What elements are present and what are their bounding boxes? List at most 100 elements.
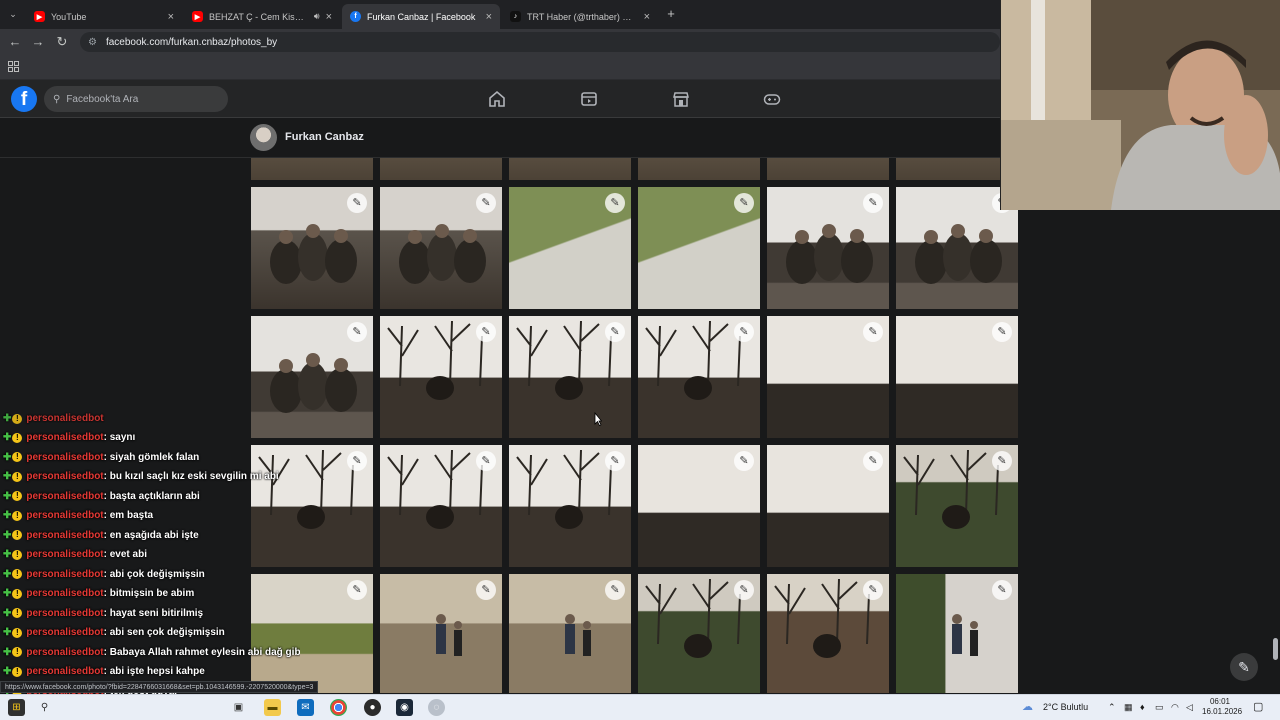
edit-photo-button[interactable]: ✎ <box>347 451 367 471</box>
wifi-icon[interactable]: ◠ <box>1171 702 1179 713</box>
edit-photo-button[interactable]: ✎ <box>476 580 496 600</box>
scrollbar-thumb[interactable] <box>1273 638 1278 660</box>
chat-username[interactable]: personalisedbot <box>26 471 103 482</box>
edit-photo-button[interactable]: ✎ <box>992 322 1012 342</box>
photo-thumbnail[interactable]: ✎ <box>638 574 760 693</box>
edit-photo-button[interactable]: ✎ <box>734 580 754 600</box>
facebook-logo-icon[interactable]: f <box>11 86 37 112</box>
chat-username[interactable]: personalisedbot <box>26 569 103 580</box>
photo-thumbnail[interactable]: ✎ <box>509 158 631 180</box>
chat-username[interactable]: personalisedbot <box>26 627 103 638</box>
edit-photo-button[interactable]: ✎ <box>992 580 1012 600</box>
photo-thumbnail[interactable]: ✎ <box>767 187 889 309</box>
photo-thumbnail[interactable]: ✎ <box>638 187 760 309</box>
edit-photo-button[interactable]: ✎ <box>605 322 625 342</box>
photo-thumbnail[interactable]: ✎ <box>380 187 502 309</box>
gaming-icon[interactable] <box>763 90 781 108</box>
chat-username[interactable]: personalisedbot <box>26 432 103 443</box>
edit-photo-button[interactable]: ✎ <box>605 193 625 213</box>
photo-thumbnail[interactable]: ✎ <box>251 158 373 180</box>
home-icon[interactable] <box>488 90 506 108</box>
photo-thumbnail[interactable]: ✎ <box>638 316 760 438</box>
edit-photo-button[interactable]: ✎ <box>605 580 625 600</box>
close-icon[interactable]: × <box>326 11 332 23</box>
start-icon[interactable]: ⊞ <box>8 699 25 716</box>
app-icon[interactable]: ◌ <box>428 699 445 716</box>
edit-photo-button[interactable]: ✎ <box>347 322 367 342</box>
tray-chevron-icon[interactable]: ⌃ <box>1108 702 1116 713</box>
photo-thumbnail[interactable]: ✎ <box>767 445 889 567</box>
edit-photo-button[interactable]: ✎ <box>476 322 496 342</box>
address-bar[interactable]: ⚙︎ facebook.com/furkan.cnbaz/photos_by <box>80 32 1000 52</box>
tab-facebook[interactable]: f Furkan Canbaz | Facebook × <box>342 4 500 29</box>
photo-thumbnail[interactable]: ✎ <box>896 316 1018 438</box>
photo-thumbnail[interactable]: ✎ <box>638 158 760 180</box>
edit-photo-button[interactable]: ✎ <box>476 451 496 471</box>
photo-thumbnail[interactable]: ✎ <box>767 574 889 693</box>
photo-thumbnail[interactable]: ✎ <box>380 574 502 693</box>
video-icon[interactable] <box>580 90 598 108</box>
close-icon[interactable]: × <box>644 11 650 23</box>
edit-photo-button[interactable]: ✎ <box>347 193 367 213</box>
photo-thumbnail[interactable]: ✎ <box>509 445 631 567</box>
photo-thumbnail[interactable]: ✎ <box>767 158 889 180</box>
edit-photo-button[interactable]: ✎ <box>734 193 754 213</box>
edit-photo-button[interactable]: ✎ <box>863 322 883 342</box>
speaker-icon[interactable]: 🔊︎ <box>314 11 320 22</box>
obs-icon[interactable]: ● <box>364 699 381 716</box>
task-view-icon[interactable]: ▣ <box>230 699 247 716</box>
clock[interactable]: 06:01 16.01.2026 <box>1202 697 1242 717</box>
photo-thumbnail[interactable]: ✎ <box>896 574 1018 693</box>
edit-photo-button[interactable]: ✎ <box>992 451 1012 471</box>
chat-username[interactable]: personalisedbot <box>26 549 103 560</box>
photo-thumbnail[interactable]: ✎ <box>509 574 631 693</box>
chrome-icon[interactable] <box>330 699 347 716</box>
edit-photo-button[interactable]: ✎ <box>863 193 883 213</box>
edit-photo-button[interactable]: ✎ <box>734 451 754 471</box>
chat-username[interactable]: personalisedbot <box>26 666 103 677</box>
new-tab-button[interactable]: + <box>663 6 679 22</box>
volume-icon[interactable]: ◁ <box>1186 702 1193 713</box>
steam-icon[interactable]: ◉ <box>396 699 413 716</box>
apps-grid-icon[interactable] <box>8 61 19 72</box>
photo-thumbnail[interactable]: ✎ <box>380 158 502 180</box>
weather-text[interactable]: 2°C Bulutlu <box>1043 702 1088 712</box>
edit-photo-button[interactable]: ✎ <box>347 580 367 600</box>
chat-username[interactable]: personalisedbot <box>26 647 103 658</box>
chat-username[interactable]: personalisedbot <box>26 491 103 502</box>
chat-username[interactable]: personalisedbot <box>26 452 103 463</box>
close-icon[interactable]: × <box>486 11 492 23</box>
outlook-icon[interactable]: ✉ <box>297 699 314 716</box>
search-input[interactable]: ⚲ Facebook'ta Ara <box>44 86 228 112</box>
edit-photo-button[interactable]: ✎ <box>734 322 754 342</box>
photo-thumbnail[interactable]: ✎ <box>380 316 502 438</box>
chat-username[interactable]: personalisedbot <box>26 510 103 521</box>
file-explorer-icon[interactable]: ▬ <box>264 699 281 716</box>
photo-thumbnail[interactable]: ✎ <box>767 316 889 438</box>
new-message-button[interactable]: ✎ <box>1230 653 1258 681</box>
photo-thumbnail[interactable]: ✎ <box>251 187 373 309</box>
taskbar-search-icon[interactable]: ⚲ <box>36 699 53 716</box>
photo-thumbnail[interactable]: ✎ <box>509 187 631 309</box>
back-button[interactable]: ← <box>6 33 24 51</box>
tab-search-icon[interactable]: ⌄ <box>6 7 20 21</box>
edit-photo-button[interactable]: ✎ <box>863 451 883 471</box>
monitor-icon[interactable]: ▭ <box>1155 702 1164 713</box>
tab-youtube[interactable]: ▶ YouTube × <box>26 4 182 29</box>
mic-icon[interactable]: ♦ <box>1140 702 1145 712</box>
edit-photo-button[interactable]: ✎ <box>476 193 496 213</box>
avatar[interactable] <box>250 124 277 151</box>
profile-name[interactable]: Furkan Canbaz <box>285 131 364 143</box>
network-icon[interactable]: ▦ <box>1124 702 1133 713</box>
photo-thumbnail[interactable]: ✎ <box>509 316 631 438</box>
notifications-icon[interactable]: ▢ <box>1253 700 1263 713</box>
chat-username[interactable]: personalisedbot <box>26 530 103 541</box>
edit-photo-button[interactable]: ✎ <box>605 451 625 471</box>
forward-button[interactable]: → <box>29 33 47 51</box>
weather-icon[interactable]: ☁ <box>1022 700 1038 714</box>
chat-username[interactable]: personalisedbot <box>26 608 103 619</box>
site-info-icon[interactable]: ⚙︎ <box>88 37 97 48</box>
close-icon[interactable]: × <box>168 11 174 23</box>
tab-tiktok[interactable]: ♪ TRT Haber (@trthaber) Resmi | × <box>502 4 658 29</box>
chat-username[interactable]: personalisedbot <box>26 588 103 599</box>
